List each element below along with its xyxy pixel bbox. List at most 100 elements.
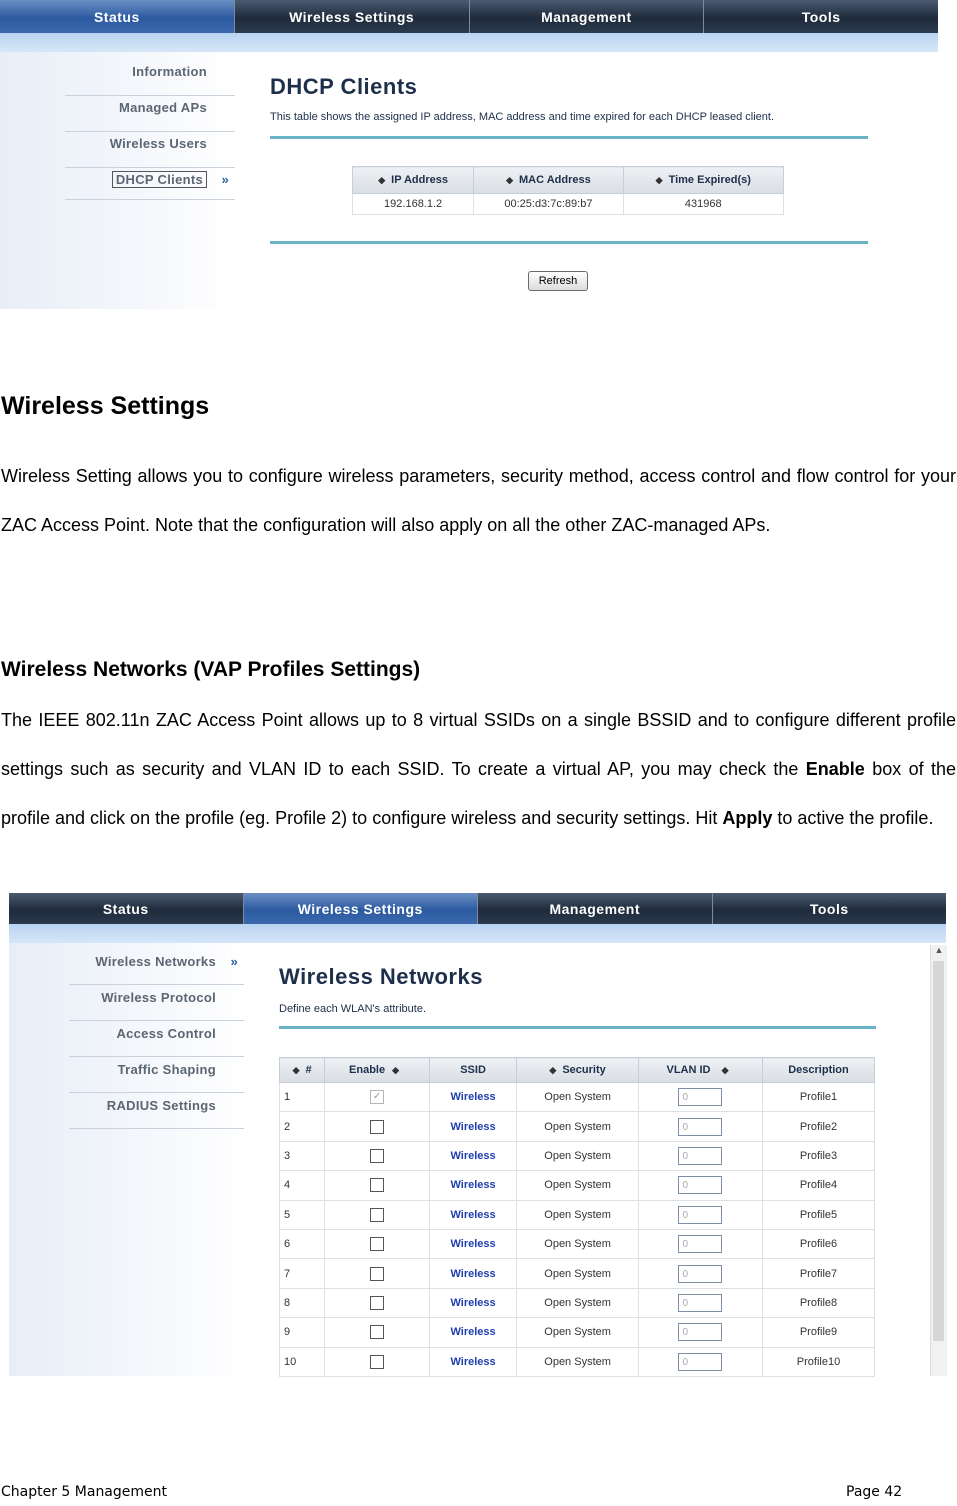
ssid-link[interactable]: Wireless (428, 1228, 518, 1260)
column-header-ssid[interactable]: SSID (428, 1057, 518, 1083)
sidebar-item-label: DHCP Clients (111, 171, 207, 188)
security-cell: Open System (516, 1199, 639, 1230)
description-cell: Profile6 (761, 1228, 876, 1260)
page-description: Define each WLAN's attribute. (279, 1003, 427, 1015)
ssid-link[interactable]: Wireless (428, 1346, 518, 1377)
ssid-link[interactable]: Wireless (428, 1111, 518, 1142)
refresh-button[interactable]: Refresh (528, 271, 588, 291)
vlan-id-input[interactable]: 0 (678, 1088, 723, 1107)
sidebar-item-wireless-protocol[interactable]: Wireless Protocol (69, 987, 244, 1021)
vlan-id-input[interactable]: 0 (678, 1264, 723, 1283)
table-row: 3 Wireless Open System 0 Profile3 (278, 1140, 876, 1172)
enable-checkbox[interactable] (370, 1237, 385, 1252)
sub-nav-bar (9, 924, 946, 943)
enable-checkbox[interactable]: ✓ (370, 1090, 385, 1105)
divider (270, 241, 868, 244)
vlan-id-input[interactable]: 0 (678, 1205, 723, 1224)
description-cell: Profile4 (761, 1170, 876, 1201)
sidebar: Information Managed APs Wireless Users D… (0, 52, 235, 309)
enable-checkbox[interactable] (370, 1295, 385, 1310)
tab-wireless-settings[interactable]: Wireless Settings (235, 0, 470, 33)
enable-checkbox[interactable] (370, 1178, 385, 1193)
enable-checkbox[interactable] (370, 1354, 385, 1369)
sidebar-item-wireless-networks[interactable]: Wireless Networks » (69, 951, 244, 985)
vlan-id-input[interactable]: 0 (678, 1352, 723, 1371)
tab-status[interactable]: Status (9, 893, 244, 924)
enable-cell (324, 1140, 430, 1172)
enable-cell (324, 1170, 430, 1201)
ssid-link[interactable]: Wireless (428, 1140, 518, 1172)
security-cell: Open System (516, 1081, 639, 1113)
vlan-id-input[interactable]: 0 (678, 1117, 723, 1136)
enable-checkbox[interactable] (370, 1266, 385, 1281)
enable-cell (324, 1317, 430, 1348)
section-paragraph: Wireless Setting allows you to configure… (1, 466, 956, 535)
sort-icon: ◆ (549, 1065, 557, 1075)
column-header-mac[interactable]: ◆ MAC Address (473, 166, 624, 194)
vlan-id-input[interactable]: 0 (678, 1293, 723, 1312)
tab-management[interactable]: Management (470, 0, 705, 33)
enable-checkbox[interactable] (370, 1325, 385, 1340)
enable-cell: ✓ (324, 1081, 430, 1113)
description-cell: Profile3 (761, 1140, 876, 1172)
ssid-link[interactable]: Wireless (428, 1170, 518, 1201)
ssid-link[interactable]: Wireless (428, 1317, 518, 1348)
sidebar-item-access-control[interactable]: Access Control (69, 1023, 244, 1057)
vlan-id-input[interactable]: 0 (678, 1146, 723, 1165)
subsection-heading: Wireless Networks (VAP Profiles Settings… (1, 658, 421, 681)
sidebar-item-traffic-shaping[interactable]: Traffic Shaping (69, 1059, 244, 1093)
tab-wireless-settings[interactable]: Wireless Settings (243, 893, 478, 924)
sidebar-item-wireless-users[interactable]: Wireless Users (65, 134, 235, 168)
description-cell: Profile1 (761, 1081, 876, 1113)
table-row: 10 Wireless Open System 0 Profile10 (278, 1346, 876, 1377)
row-number: 3 (278, 1140, 326, 1172)
dhcp-table: ◆ IP Address ◆ MAC Address ◆ Time Expired(s… (351, 166, 785, 215)
description-cell: Profile7 (761, 1258, 876, 1289)
security-cell: Open System (516, 1111, 639, 1142)
ssid-link[interactable]: Wireless (428, 1199, 518, 1230)
vlan-id-input[interactable]: 0 (678, 1323, 723, 1342)
description-cell: Profile8 (761, 1287, 876, 1319)
row-number: 2 (278, 1111, 326, 1142)
sidebar-item-information[interactable]: Information (65, 62, 235, 96)
vlan-id-input[interactable]: 0 (678, 1235, 723, 1254)
tab-status[interactable]: Status (0, 0, 235, 33)
divider (270, 136, 868, 139)
table-row: 7 Wireless Open System 0 Profile7 (278, 1258, 876, 1289)
column-header-description[interactable]: Description (761, 1057, 876, 1083)
sidebar-item-managed-aps[interactable]: Managed APs (65, 98, 235, 132)
column-header-number[interactable]: ◆ # (278, 1057, 326, 1083)
sidebar-item-dhcp-clients[interactable]: DHCP Clients » (65, 170, 235, 200)
enable-keyword: Enable (805, 759, 865, 779)
scrollbar[interactable]: ▲ (930, 945, 947, 1376)
vlan-cell: 0 (638, 1140, 763, 1172)
column-header-enable[interactable]: Enable ◆ (324, 1057, 430, 1083)
scrollbar-thumb[interactable] (933, 961, 944, 1341)
ip-cell: 192.168.1.2 (351, 193, 475, 215)
vlan-cell: 0 (638, 1287, 763, 1319)
tab-tools[interactable]: Tools (713, 893, 947, 924)
enable-cell (324, 1111, 430, 1142)
page-title: DHCP Clients (270, 74, 418, 99)
ssid-link[interactable]: Wireless (428, 1081, 518, 1113)
scroll-up-icon[interactable]: ▲ (931, 945, 947, 955)
vlan-cell: 0 (638, 1228, 763, 1260)
table-row: 1 ✓ Wireless Open System 0 Profile1 (278, 1081, 876, 1113)
enable-checkbox[interactable] (370, 1148, 385, 1163)
column-header-ip[interactable]: ◆ IP Address (351, 166, 475, 194)
tab-tools[interactable]: Tools (704, 0, 938, 33)
vlan-id-input[interactable]: 0 (678, 1176, 723, 1195)
enable-checkbox[interactable] (370, 1207, 385, 1222)
column-header-expired[interactable]: ◆ Time Expired(s) (622, 166, 785, 194)
ssid-link[interactable]: Wireless (428, 1258, 518, 1289)
chevron-right-icon: » (221, 172, 229, 187)
tab-management[interactable]: Management (478, 893, 713, 924)
column-header-vlan[interactable]: VLAN ID ◆ (638, 1057, 763, 1083)
vlan-cell: 0 (638, 1170, 763, 1201)
column-header-security[interactable]: ◆ Security (516, 1057, 639, 1083)
table-row: 192.168.1.2 00:25:d3:7c:89:b7 431968 (351, 193, 785, 215)
enable-checkbox[interactable] (370, 1119, 385, 1134)
page-title: Wireless Networks (279, 964, 483, 989)
ssid-link[interactable]: Wireless (428, 1287, 518, 1319)
sidebar-item-radius-settings[interactable]: RADIUS Settings (69, 1095, 244, 1129)
